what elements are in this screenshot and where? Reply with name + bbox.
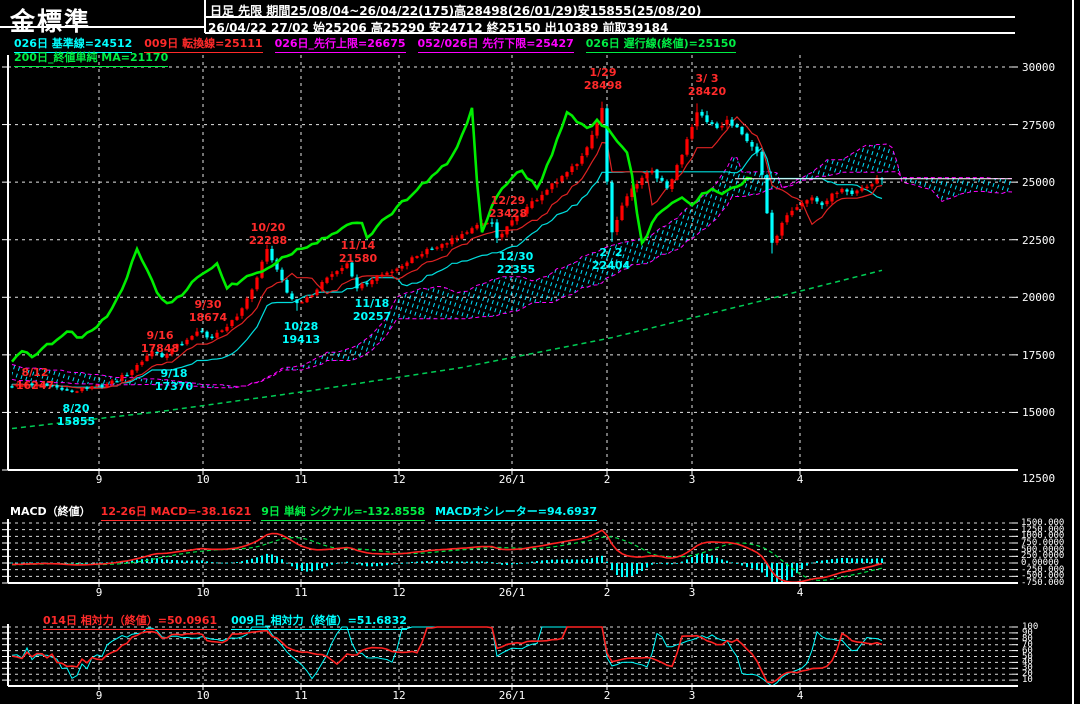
peak-annotation: 9/16 17848 [141, 329, 179, 355]
rsi-x-axis-label: 11 [294, 689, 307, 702]
peak-annotation: 1/29 28498 [584, 66, 622, 92]
legend-item: 9日 単純 シグナル=-132.8558 [261, 503, 425, 521]
rsi-x-axis-label: 2 [604, 689, 611, 702]
price-axis-label: 15000 [1022, 406, 1055, 419]
main-x-axis-label: 10 [196, 473, 209, 486]
legend-item: 026日_先行上限=26675 [275, 35, 406, 53]
rsi-x-axis-label: 3 [689, 689, 696, 702]
peak-annotation: 9/30 18674 [189, 298, 227, 324]
price-axis-label: 30000 [1022, 61, 1055, 74]
ma-legend: 200日_終値単純 MA=21170 [14, 49, 168, 67]
main-x-axis-label: 4 [797, 473, 804, 486]
macd-x-axis-label: 3 [689, 586, 696, 599]
legend-item: 12-26日 MACD=-38.1621 [101, 503, 252, 521]
main-x-axis-label: 11 [294, 473, 307, 486]
macd-x-axis-label: 4 [797, 586, 804, 599]
macd-x-axis-label: 26/1 [499, 586, 526, 599]
macd-x-axis-label: 11 [294, 586, 307, 599]
peak-annotation: 10/20 22288 [249, 221, 287, 247]
price-axis-label: 22500 [1022, 234, 1055, 247]
trough-annotation: 8/20 15855 [57, 402, 95, 428]
chart-app-window: 金標準 日足 先限 期間25/08/04~26/04/22(175)高28498… [0, 0, 1080, 704]
legend-item: MACD（終値） [10, 503, 91, 521]
legend-item: 200日_終値単純 MA=21170 [14, 49, 168, 67]
trough-annotation: 10/28 19413 [282, 320, 320, 346]
trough-annotation: 2/ 2 22404 [592, 246, 630, 272]
trough-annotation: 12/30 22355 [497, 250, 535, 276]
price-axis-label: 27500 [1022, 119, 1055, 132]
main-x-axis-label: 2 [604, 473, 611, 486]
main-x-axis-label: 12 [392, 473, 405, 486]
macd-legend: MACD（終値） 12-26日 MACD=-38.1621 9日 単純 シグナル=-… [10, 503, 597, 521]
rsi-x-axis-label: 9 [96, 689, 103, 702]
price-axis-label: 17500 [1022, 349, 1055, 362]
macd-axis-label: -750.000 [1021, 579, 1064, 587]
rsi-x-axis-label: 26/1 [499, 689, 526, 702]
rsi-x-axis-label: 10 [196, 689, 209, 702]
session-info-line2: 26/04/22 27/02 始25206 高25290 安24712 終251… [208, 19, 668, 36]
main-x-axis-label: 26/1 [499, 473, 526, 486]
legend-item: 009日_相対力（終値）=51.6832 [231, 612, 407, 630]
macd-x-axis-label: 10 [196, 586, 209, 599]
macd-x-axis-label: 12 [392, 586, 405, 599]
peak-annotation: 3/ 3 28420 [688, 72, 726, 98]
price-axis-label: 20000 [1022, 291, 1055, 304]
legend-item: 026日 遅行線(終値)=25150 [586, 35, 736, 53]
legend-item: 052/026日 先行下限=25427 [418, 35, 574, 53]
rsi-axis-label: 10 [1022, 676, 1033, 684]
rsi-x-axis-label: 4 [797, 689, 804, 702]
main-x-axis-label: 9 [96, 473, 103, 486]
price-axis-label: 25000 [1022, 176, 1055, 189]
macd-x-axis-label: 2 [604, 586, 611, 599]
rsi-legend: 014日 相対力（終値）=50.0961 009日_相対力（終値）=51.6832 [43, 612, 407, 630]
main-x-axis-label: 3 [689, 473, 696, 486]
trough-annotation: 11/18 20257 [353, 297, 391, 323]
price-axis-label: 12500 [1022, 472, 1055, 485]
session-info-line1: 日足 先限 期間25/08/04~26/04/22(175)高28498(26/… [210, 2, 701, 19]
peak-annotation: 11/14 21580 [339, 239, 377, 265]
peak-annotation: 8/12 16247 [16, 366, 54, 392]
macd-x-axis-label: 9 [96, 586, 103, 599]
legend-item: 014日 相対力（終値）=50.0961 [43, 612, 217, 630]
instrument-title: 金標準 [10, 2, 91, 38]
legend-item: MACDオシレーター=94.6937 [435, 503, 597, 521]
peak-annotation: 12/29 23428 [489, 194, 527, 220]
trough-annotation: 9/18 17370 [155, 367, 193, 393]
rsi-x-axis-label: 12 [392, 689, 405, 702]
